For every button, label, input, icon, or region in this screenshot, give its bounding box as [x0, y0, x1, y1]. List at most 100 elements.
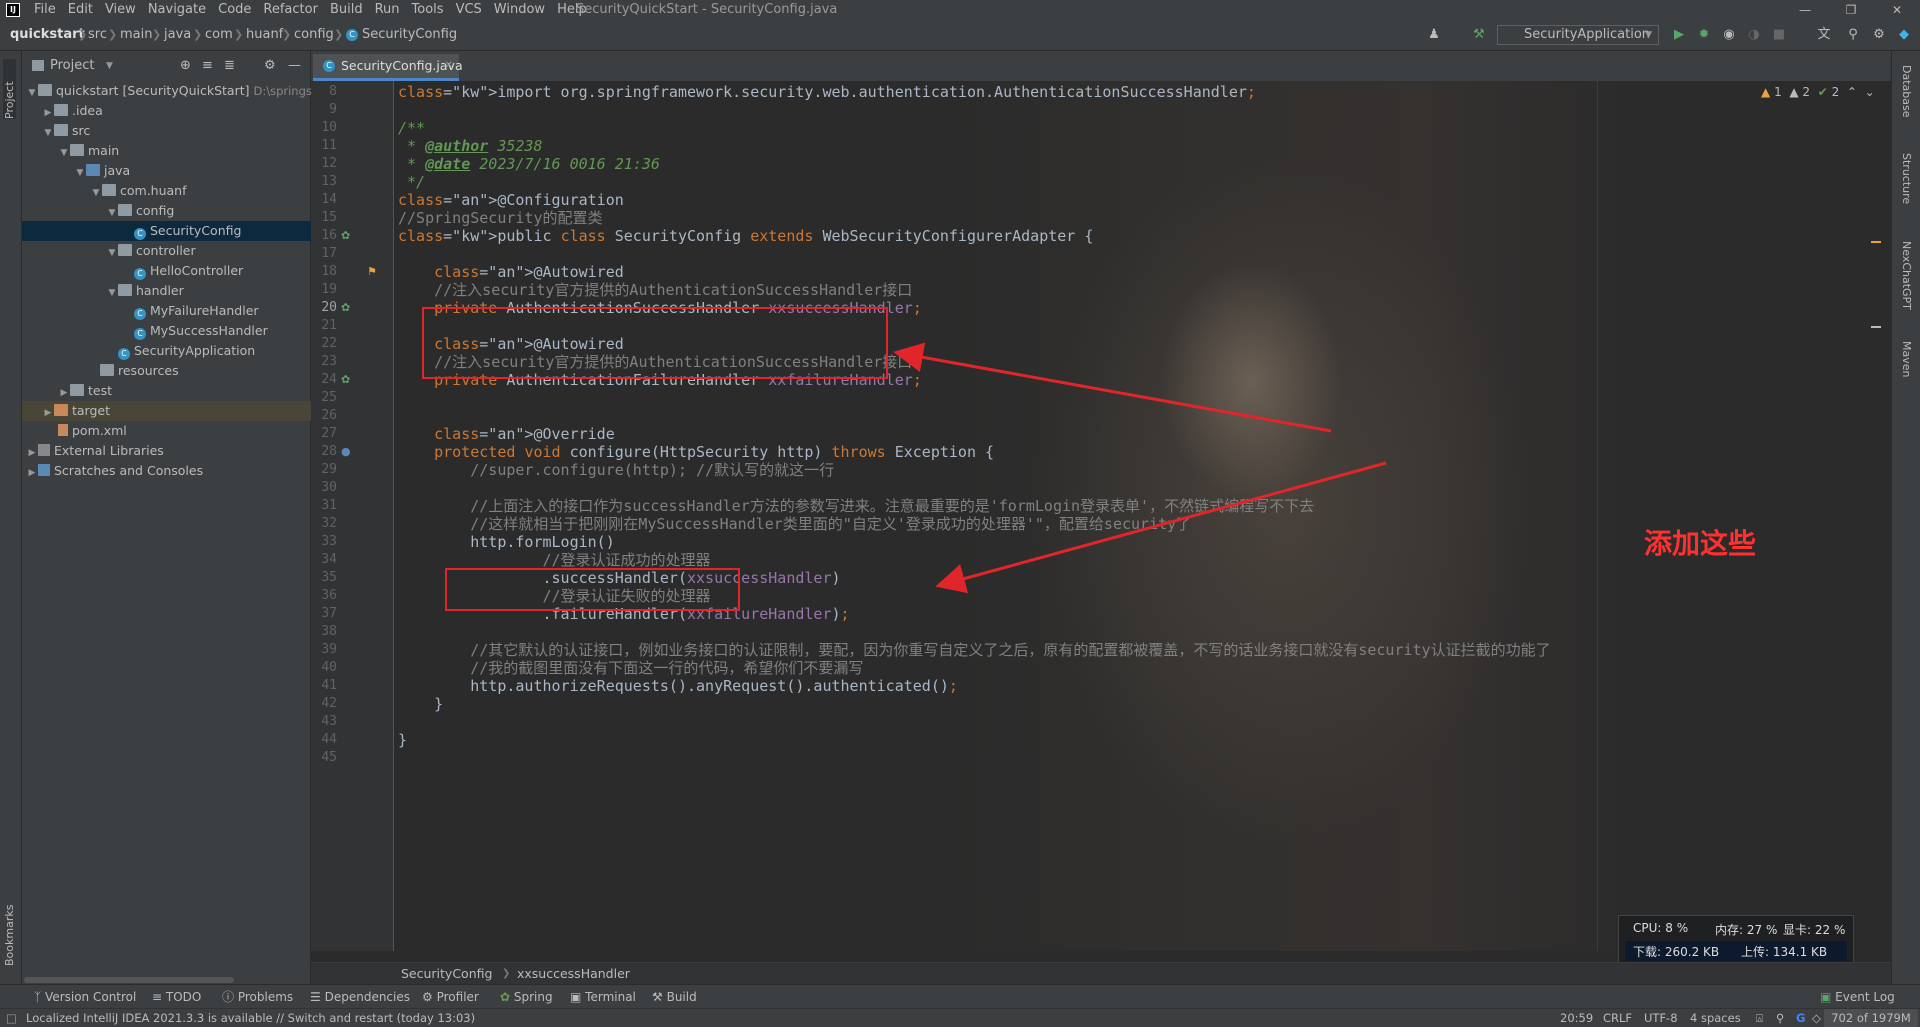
run-configuration-select[interactable]: SecurityApplication ▼ [1497, 25, 1659, 45]
tool-dependencies[interactable]: ☰ Dependencies [310, 985, 410, 1009]
tree-item-test[interactable]: ▶ test [22, 381, 346, 401]
navigation-bar: quickstart ❯ src ❯ main ❯ java ❯ com ❯ h… [0, 20, 1920, 51]
menu-edit[interactable]: Edit [62, 0, 99, 20]
tree-label: pom.xml [72, 423, 127, 438]
project-view-select[interactable]: Project [50, 51, 94, 81]
horizontal-scrollbar[interactable] [24, 977, 234, 983]
git-icon[interactable]: ◇ [1812, 1009, 1821, 1027]
annotation-text: 添加这些 [1644, 527, 1757, 560]
crumb-securityconfig[interactable]: C SecurityConfig [346, 20, 457, 50]
minimize-icon[interactable]: — [1782, 0, 1828, 20]
menu-build[interactable]: Build [324, 0, 369, 20]
profile-icon[interactable]: ◑ [1745, 26, 1763, 44]
gear-icon[interactable]: ⚙ [1870, 26, 1888, 44]
menu-tools[interactable]: Tools [406, 0, 450, 20]
tree-item-target[interactable]: ▶ target [22, 401, 330, 421]
coverage-icon[interactable]: ◉ [1720, 26, 1738, 44]
indent-setting[interactable]: 4 spaces [1690, 1009, 1741, 1027]
package-icon [118, 284, 132, 296]
chevron-down-icon[interactable]: ▼ [106, 51, 113, 81]
tree-item-idea[interactable]: ▶ .idea [22, 101, 330, 121]
memory-indicator[interactable]: 702 of 1979M [1824, 1009, 1918, 1027]
event-log-icon: ▣ [1820, 990, 1832, 1004]
stop-icon[interactable]: ■ [1770, 26, 1788, 44]
tree-item-pom-xml[interactable]: pom.xml [22, 421, 346, 441]
restore-icon[interactable]: ❐ [1828, 0, 1874, 20]
tool-tab-maven[interactable]: Maven [1900, 341, 1913, 377]
close-icon[interactable]: ✕ [1874, 0, 1920, 20]
error-stripe[interactable] [1871, 91, 1881, 328]
tree-item-scratches[interactable]: ▶ Scratches and Consoles [22, 461, 314, 481]
file-encoding[interactable]: UTF-8 [1644, 1009, 1678, 1027]
locate-icon[interactable]: ⊕ [180, 51, 191, 81]
menu-view[interactable]: View [99, 0, 142, 20]
lock-icon[interactable]: ⍓ [1756, 1009, 1763, 1027]
tool-tab-bookmarks[interactable]: Bookmarks [3, 896, 16, 966]
spring-icon: ✿ [500, 990, 511, 1004]
tree-item-main[interactable]: ▼ main [22, 141, 346, 161]
line-separator[interactable]: CRLF [1603, 1009, 1632, 1027]
crumb-project[interactable]: quickstart [10, 20, 85, 50]
status-message[interactable]: Localized IntelliJ IDEA 2021.3.3 is avai… [26, 1009, 475, 1027]
menu-code[interactable]: Code [212, 0, 257, 20]
tool-build[interactable]: ⚒ Build [652, 985, 697, 1009]
menu-vcs[interactable]: VCS [450, 0, 488, 20]
chevron-down-icon: ▼ [60, 148, 68, 158]
run-icon[interactable]: ▶ [1670, 26, 1688, 44]
code-editor[interactable]: 8 9 10 11 12 13 14 15 16 17 18 19 20 21 22 23 24 25 26 27 28… [311, 81, 1891, 951]
google-translate-icon[interactable]: G [1796, 1009, 1805, 1027]
tree-item-src[interactable]: ▼ src [22, 121, 330, 141]
tool-spring[interactable]: ✿ Spring [500, 985, 553, 1009]
class-icon: C [134, 308, 146, 320]
menu-run[interactable]: Run [369, 0, 406, 20]
search-icon[interactable]: ⚲ [1844, 26, 1862, 44]
tool-version-control[interactable]: ᛉ Version Control [34, 985, 136, 1009]
translate-icon[interactable]: 文 [1815, 26, 1833, 44]
notifications-icon[interactable]: ⚲ [1776, 1009, 1784, 1027]
crumb-main[interactable]: main [120, 20, 152, 50]
tree-label: src [72, 123, 91, 138]
expand-all-icon[interactable]: ≡ [202, 51, 213, 81]
hammer-icon: ⚒ [652, 990, 663, 1004]
debug-icon[interactable]: ✹ [1695, 26, 1713, 44]
status-layout-icon[interactable]: □ [6, 1009, 17, 1027]
tool-tab-database[interactable]: Database [1900, 65, 1913, 118]
tree-item-quickstart[interactable]: ▼ quickstart [SecurityQuickStart] D:\spri… [22, 81, 314, 101]
tool-todo[interactable]: ≡ TODO [152, 985, 201, 1009]
jetbrains-space-icon[interactable]: ◆ [1895, 26, 1913, 44]
menu-navigate[interactable]: Navigate [142, 0, 212, 20]
tree-item-external-libraries[interactable]: ▶ External Libraries [22, 441, 314, 461]
tool-tab-structure[interactable]: Structure [1900, 153, 1913, 204]
tool-terminal[interactable]: ▣ Terminal [570, 985, 636, 1009]
tool-event-log[interactable]: ▣ Event Log [1820, 985, 1895, 1009]
crumb-src[interactable]: src [88, 20, 107, 50]
tool-problems[interactable]: ⓘ Problems [222, 985, 293, 1009]
menu-file[interactable]: File [28, 0, 62, 20]
tool-tab-nexchatgpt[interactable]: NexChatGPT [1900, 241, 1913, 310]
crumb-com[interactable]: com [205, 20, 233, 50]
tab-securityconfig-java[interactable]: C SecurityConfig.java ✕ [313, 54, 463, 81]
menu-window[interactable]: Window [488, 0, 551, 20]
crumb-huanf[interactable]: huanf [246, 20, 283, 50]
terminal-icon: ▣ [570, 990, 582, 1004]
gear-icon[interactable]: ⚙ [264, 51, 276, 81]
chevron-right-icon: ▶ [28, 468, 36, 478]
close-tab-icon[interactable]: ✕ [445, 54, 453, 78]
tool-tab-project[interactable]: Project [3, 59, 16, 119]
right-tool-stripe: Database Structure NexChatGPT Maven [1891, 51, 1920, 984]
user-icon[interactable]: ♟ [1425, 26, 1443, 44]
tool-label: Profiler [436, 990, 479, 1004]
tree-label: target [72, 403, 111, 418]
tree-label: java [104, 163, 131, 178]
breadcrumb-field[interactable]: xxsuccessHandler [507, 963, 630, 985]
tool-profiler[interactable]: ⚙ Profiler [422, 985, 479, 1009]
crumb-config[interactable]: config [294, 20, 334, 50]
crumb-java[interactable]: java [164, 20, 191, 50]
caret-position[interactable]: 20:59 [1560, 1009, 1593, 1027]
collapse-all-icon[interactable]: ≣ [224, 51, 235, 81]
hide-panel-icon[interactable]: — [288, 51, 301, 81]
folder-icon [70, 384, 84, 396]
breadcrumb-class[interactable]: SecurityConfig [401, 963, 492, 985]
menu-refactor[interactable]: Refactor [257, 0, 324, 20]
build-hammer-icon[interactable]: ⚒ [1470, 26, 1488, 44]
